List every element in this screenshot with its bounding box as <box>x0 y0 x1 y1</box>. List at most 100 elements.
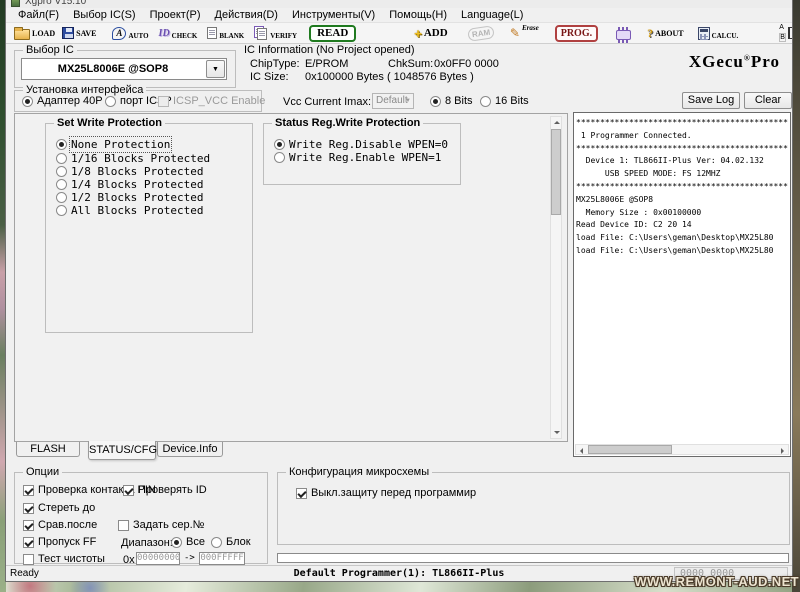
blank-test-checkbox[interactable]: Тест чистоты <box>23 553 105 565</box>
radio-icon[interactable] <box>56 205 67 216</box>
menu-language[interactable]: Language(L) <box>456 9 528 21</box>
unprotect-checkbox[interactable]: Выкл.защиту перед программир <box>296 487 476 499</box>
radio-icon[interactable] <box>480 96 491 107</box>
menu-file[interactable]: Файл(F) <box>13 9 64 21</box>
chevron-down-icon: ▼ <box>405 94 411 108</box>
wpen-disable-radio[interactable]: Write Reg.Disable WPEN=0 <box>274 138 448 151</box>
address-to-field[interactable]: 000FFFFF <box>199 552 245 565</box>
about-label: ABOUT <box>655 29 683 38</box>
blank-check-button[interactable]: BLANK <box>207 23 244 43</box>
vertical-scrollbar-thumb[interactable] <box>551 129 561 215</box>
chip-config-title: Конфигурация микросхемы <box>286 466 432 478</box>
icsp-vcc-checkbox: ICSP_VCC Enable <box>158 95 265 107</box>
wp-1-4-label: 1/4 Blocks Protected <box>71 178 203 191</box>
menu-select-ic[interactable]: Выбор IC(S) <box>68 9 141 21</box>
logic-gate-button[interactable]: A B & Y <box>778 23 792 43</box>
wpen-enable-radio[interactable]: Write Reg.Enable WPEN=1 <box>274 151 441 164</box>
prog-button[interactable]: PROG. <box>555 23 598 43</box>
chip-select-combobox[interactable]: MX25L8006E @SOP8 ▼ <box>21 58 227 80</box>
radio-icon[interactable] <box>105 96 116 107</box>
tab-device-info[interactable]: Device.Info <box>157 442 223 457</box>
serial-number-label: Задать сер.№ <box>133 519 204 531</box>
serial-number-checkbox[interactable]: Задать сер.№ <box>118 519 204 531</box>
radio-icon[interactable] <box>171 537 182 548</box>
read-button[interactable]: READ <box>309 23 356 43</box>
wp-1-4-radio[interactable]: 1/4 Blocks Protected <box>56 178 203 191</box>
verify-button[interactable]: VERIFY <box>254 23 297 43</box>
site-watermark: WWW.REMONT-AUD.NET <box>634 574 799 589</box>
auto-button[interactable]: A AUTO <box>112 23 148 43</box>
chip-select-dropdown-button[interactable]: ▼ <box>206 60 225 78</box>
scroll-up-arrow[interactable] <box>551 117 562 128</box>
checkbox-icon[interactable] <box>296 488 307 499</box>
radio-icon[interactable] <box>56 139 67 150</box>
log-line: MX25L8006E @SOP8 <box>576 194 788 207</box>
erase-before-checkbox[interactable]: Стереть до <box>23 502 95 514</box>
ram-button[interactable]: RAM <box>468 23 494 43</box>
add-button[interactable]: + ADD <box>414 23 447 43</box>
scroll-right-arrow[interactable] <box>777 445 788 456</box>
progress-bar <box>277 553 789 563</box>
skip-ff-checkbox[interactable]: Пропуск FF <box>23 536 96 548</box>
wp-all-radio[interactable]: All Blocks Protected <box>56 204 203 217</box>
menu-tools[interactable]: Инструменты(V) <box>287 9 380 21</box>
radio-icon[interactable] <box>56 153 67 164</box>
menu-project[interactable]: Проект(P) <box>145 9 206 21</box>
checkbox-icon[interactable] <box>23 554 34 565</box>
checkbox-icon[interactable] <box>123 485 134 496</box>
save-label: SAVE <box>76 29 96 38</box>
tab-status-cfg[interactable]: STATUS/CFG <box>88 441 156 460</box>
scroll-left-arrow[interactable] <box>576 445 587 456</box>
radio-icon[interactable] <box>211 537 222 548</box>
range-block-radio[interactable]: Блок <box>211 536 251 548</box>
tab-strip: FLASH STATUS/CFG Device.Info <box>16 442 223 464</box>
radio-icon[interactable] <box>56 192 67 203</box>
wp-1-16-radio[interactable]: 1/16 Blocks Protected <box>56 152 210 165</box>
checkbox-icon[interactable] <box>118 520 129 531</box>
radio-icon[interactable] <box>274 152 285 163</box>
verify-after-checkbox[interactable]: Срав.после <box>23 519 97 531</box>
calculator-button[interactable]: CALCU. <box>698 23 739 43</box>
auto-icon: A <box>112 27 126 40</box>
8-bits-radio[interactable]: 8 Bits <box>430 95 473 107</box>
tab-flash[interactable]: FLASH <box>16 442 80 457</box>
menu-actions[interactable]: Действия(D) <box>210 9 283 21</box>
radio-icon[interactable] <box>56 179 67 190</box>
radio-icon[interactable] <box>56 166 67 177</box>
checkbox-icon[interactable] <box>23 520 34 531</box>
address-from-field[interactable]: 00000000 <box>136 552 180 565</box>
horizontal-scrollbar-thumb[interactable] <box>588 445 672 454</box>
chip-type-label: ChipType: <box>250 58 300 70</box>
chip-button[interactable] <box>616 23 631 43</box>
radio-icon[interactable] <box>274 139 285 150</box>
load-button[interactable]: LOAD <box>14 23 55 43</box>
radio-icon[interactable] <box>430 96 441 107</box>
log-line: Memory Size : 0x00100000 <box>576 207 788 220</box>
wp-1-8-radio[interactable]: 1/8 Blocks Protected <box>56 165 203 178</box>
erase-button[interactable]: ✎ Erase <box>510 23 539 43</box>
wpen-enable-label: Write Reg.Enable WPEN=1 <box>289 151 441 164</box>
wp-1-2-radio[interactable]: 1/2 Blocks Protected <box>56 191 203 204</box>
scroll-down-arrow[interactable] <box>551 427 562 438</box>
log-line: 1 Programmer Connected. <box>576 130 788 143</box>
radio-icon[interactable] <box>22 96 33 107</box>
save-button[interactable]: SAVE <box>62 23 96 43</box>
16-bits-radio[interactable]: 16 Bits <box>480 95 529 107</box>
range-all-radio[interactable]: Все <box>171 536 205 548</box>
range-arrow: -> <box>184 553 195 563</box>
checkbox-icon[interactable] <box>23 485 34 496</box>
checkbox-icon[interactable] <box>23 503 34 514</box>
check-id-checkbox[interactable]: Проверять ID <box>123 484 207 496</box>
about-button[interactable]: ? ABOUT <box>647 23 683 43</box>
clear-button[interactable]: Clear <box>744 92 792 109</box>
checkbox-icon[interactable] <box>23 537 34 548</box>
menu-help[interactable]: Помощь(H) <box>384 9 452 21</box>
prog-label: PROG. <box>555 25 598 42</box>
vertical-scrollbar[interactable] <box>550 116 562 439</box>
check-id-button[interactable]: ID CHECK <box>159 23 198 43</box>
save-log-button[interactable]: Save Log <box>682 92 740 109</box>
log-line: Device 1: TL866II-Plus Ver: 04.02.132 <box>576 155 788 168</box>
adapter-40p-radio[interactable]: Адаптер 40P <box>22 95 103 107</box>
log-horizontal-scrollbar[interactable] <box>575 444 789 455</box>
wp-none-radio[interactable]: None Protection <box>56 138 170 151</box>
